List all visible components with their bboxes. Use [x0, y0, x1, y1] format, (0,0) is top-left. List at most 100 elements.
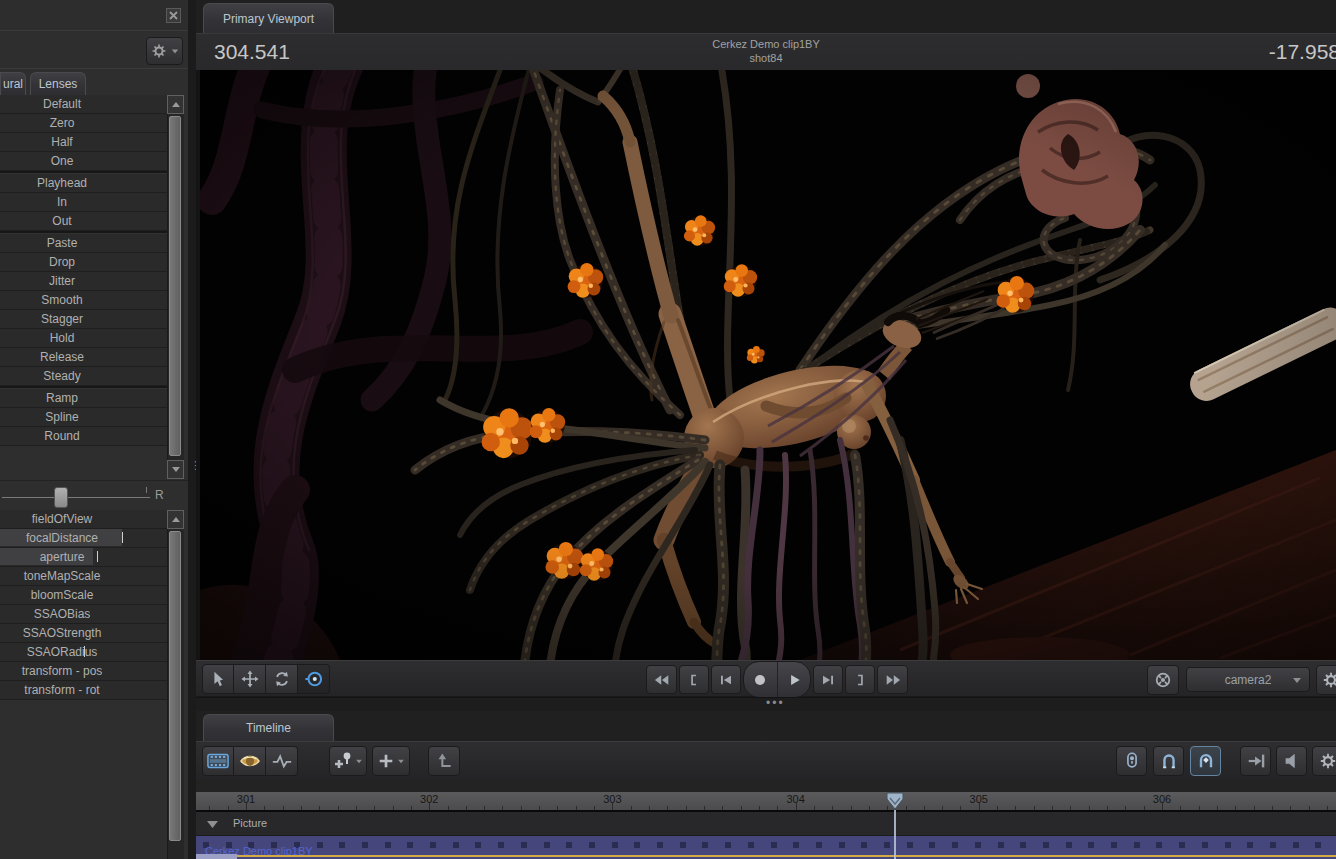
close-icon: [169, 11, 178, 20]
left-panel: ural Lenses DefaultZeroHalf One Playhead In…: [0, 0, 188, 859]
ruler-minor-tick: [1034, 806, 1035, 810]
add-keyframe-dropdown-arrow: [356, 759, 362, 763]
param-item-label: SSAORadius: [0, 645, 124, 659]
preset-item-drop[interactable]: Drop: [0, 253, 167, 272]
preset-item-round[interactable]: Round: [0, 427, 167, 446]
timeline-mode-curves-button[interactable]: [266, 746, 298, 776]
preset-scroll-down[interactable]: [167, 460, 184, 479]
slider-label: R: [155, 488, 164, 502]
audio-mute-button[interactable]: [1276, 746, 1307, 776]
ruler-minor-tick: [356, 806, 357, 810]
param-item-aperture[interactable]: aperture: [0, 548, 167, 567]
preset-item-paste[interactable]: Paste: [0, 234, 167, 253]
preset-item-playhead[interactable]: Playhead: [0, 174, 167, 193]
param-item-fieldOfView[interactable]: fieldOfView: [0, 510, 167, 529]
param-item-SSAOBias[interactable]: SSAOBias: [0, 605, 167, 624]
add-keyframe-button[interactable]: [329, 746, 367, 776]
snap-magnet-button[interactable]: [1153, 746, 1184, 776]
preset-item-in[interactable]: In: [0, 193, 167, 212]
tool-move-button[interactable]: [234, 664, 266, 694]
param-item-toneMapScale[interactable]: toneMapScale: [0, 567, 167, 586]
param-item-bloomScale[interactable]: bloomScale: [0, 586, 167, 605]
preset-item-label: Drop: [0, 255, 124, 269]
timeline-settings-button[interactable]: [1312, 746, 1336, 776]
param-item-focalDistance[interactable]: focalDistance: [0, 529, 167, 548]
panel-divider[interactable]: ⋮: [188, 0, 196, 859]
param-scroll-up[interactable]: [167, 510, 184, 529]
preset-item-jitter[interactable]: Jitter: [0, 272, 167, 291]
timeline-ruler[interactable]: 301302303304305306: [196, 792, 1336, 812]
preset-item-default[interactable]: Default: [0, 95, 167, 114]
key-pin-button[interactable]: [1116, 746, 1147, 776]
keyframe-dot: [1202, 842, 1208, 848]
viewport-settings-button[interactable]: [1316, 665, 1336, 695]
ruler-minor-tick: [557, 806, 558, 810]
playhead-marker[interactable]: [886, 792, 904, 811]
preset-item-release[interactable]: Release: [0, 348, 167, 367]
go-parent-button[interactable]: [428, 746, 460, 776]
tab-ural[interactable]: ural: [0, 72, 26, 95]
ruler-minor-tick: [1309, 806, 1310, 810]
tool-orbit-button[interactable]: [298, 664, 330, 694]
main-column: Primary Viewport 304.541 Cerkez Demo cli…: [196, 0, 1336, 859]
transport-rewind-button[interactable]: [646, 665, 677, 694]
tab-timeline[interactable]: Timeline: [203, 714, 334, 741]
snap-magnet-key-button[interactable]: [1190, 746, 1221, 776]
param-item-SSAOStrength[interactable]: SSAOStrength: [0, 624, 167, 643]
preset-item-steady[interactable]: Steady: [0, 367, 167, 386]
preset-item-half[interactable]: Half: [0, 133, 167, 152]
tab-lenses[interactable]: Lenses: [30, 72, 86, 95]
transport-set-out-button[interactable]: [845, 665, 875, 694]
viewport-timeline-splitter[interactable]: •••: [196, 697, 1336, 711]
transport-record-button[interactable]: [744, 662, 778, 697]
ruler-frame-label: 306: [1153, 793, 1171, 805]
clip-track[interactable]: Cerkez Demo clip1BY: [196, 836, 1336, 859]
preset-item-label: Playhead: [0, 176, 124, 190]
viewport-header: 304.541 Cerkez Demo clip1BY shot84 -17.9…: [196, 33, 1336, 70]
close-button[interactable]: [166, 8, 181, 23]
param-item-SSAORadius[interactable]: SSAORadius: [0, 643, 167, 662]
preset-item-stagger[interactable]: Stagger: [0, 310, 167, 329]
keyframe-dot: [1179, 842, 1185, 848]
timeline-mode-lens-button[interactable]: [234, 746, 266, 776]
preset-item-hold[interactable]: Hold: [0, 329, 167, 348]
curve-icon: [271, 752, 293, 770]
camera-aim-button[interactable]: [1147, 665, 1179, 695]
collapse-triangle-icon[interactable]: [207, 821, 218, 828]
camera-select-dropdown[interactable]: camera2: [1186, 667, 1310, 692]
transport-fast-forward-button[interactable]: [877, 665, 908, 694]
param-scroll-thumb[interactable]: [169, 531, 181, 841]
keyframe-dot: [952, 842, 958, 848]
rewind-icon: [651, 669, 673, 691]
param-item-transform-rot[interactable]: transform - rot: [0, 681, 167, 700]
transport-prev-frame-button[interactable]: [711, 665, 741, 694]
preset-item-out[interactable]: Out: [0, 212, 167, 231]
viewport-canvas[interactable]: [200, 70, 1336, 660]
transport-play-button[interactable]: [778, 662, 811, 697]
transport-set-in-button[interactable]: [679, 665, 709, 694]
tool-rotate-button[interactable]: [266, 664, 298, 694]
preset-item-spline[interactable]: Spline: [0, 408, 167, 427]
slider-track[interactable]: [2, 497, 150, 498]
keyframe-dot: [1020, 842, 1026, 848]
preset-item-zero[interactable]: Zero: [0, 114, 167, 133]
preset-scroll-up[interactable]: [167, 95, 184, 114]
timeline-mode-clips-button[interactable]: [202, 746, 234, 776]
preset-scroll-thumb[interactable]: [169, 116, 181, 456]
clip-selected-handle[interactable]: [196, 854, 237, 859]
ruler-minor-tick: [283, 806, 284, 810]
goto-end-button[interactable]: [1240, 746, 1271, 776]
panel-settings-button[interactable]: [146, 37, 183, 65]
preset-item-label: One: [0, 154, 124, 168]
down-triangle-icon: [172, 467, 180, 472]
preset-item-ramp[interactable]: Ramp: [0, 389, 167, 408]
transport-next-frame-button[interactable]: [813, 665, 843, 694]
add-track-button[interactable]: [372, 746, 410, 776]
bracket-in-icon: [685, 671, 703, 689]
preset-item-one[interactable]: One: [0, 152, 167, 171]
keyframe-dot: [861, 842, 867, 848]
tool-select-button[interactable]: [202, 664, 234, 694]
param-item-transform-pos[interactable]: transform - pos: [0, 662, 167, 681]
tab-primary-viewport[interactable]: Primary Viewport: [203, 3, 334, 33]
preset-item-smooth[interactable]: Smooth: [0, 291, 167, 310]
